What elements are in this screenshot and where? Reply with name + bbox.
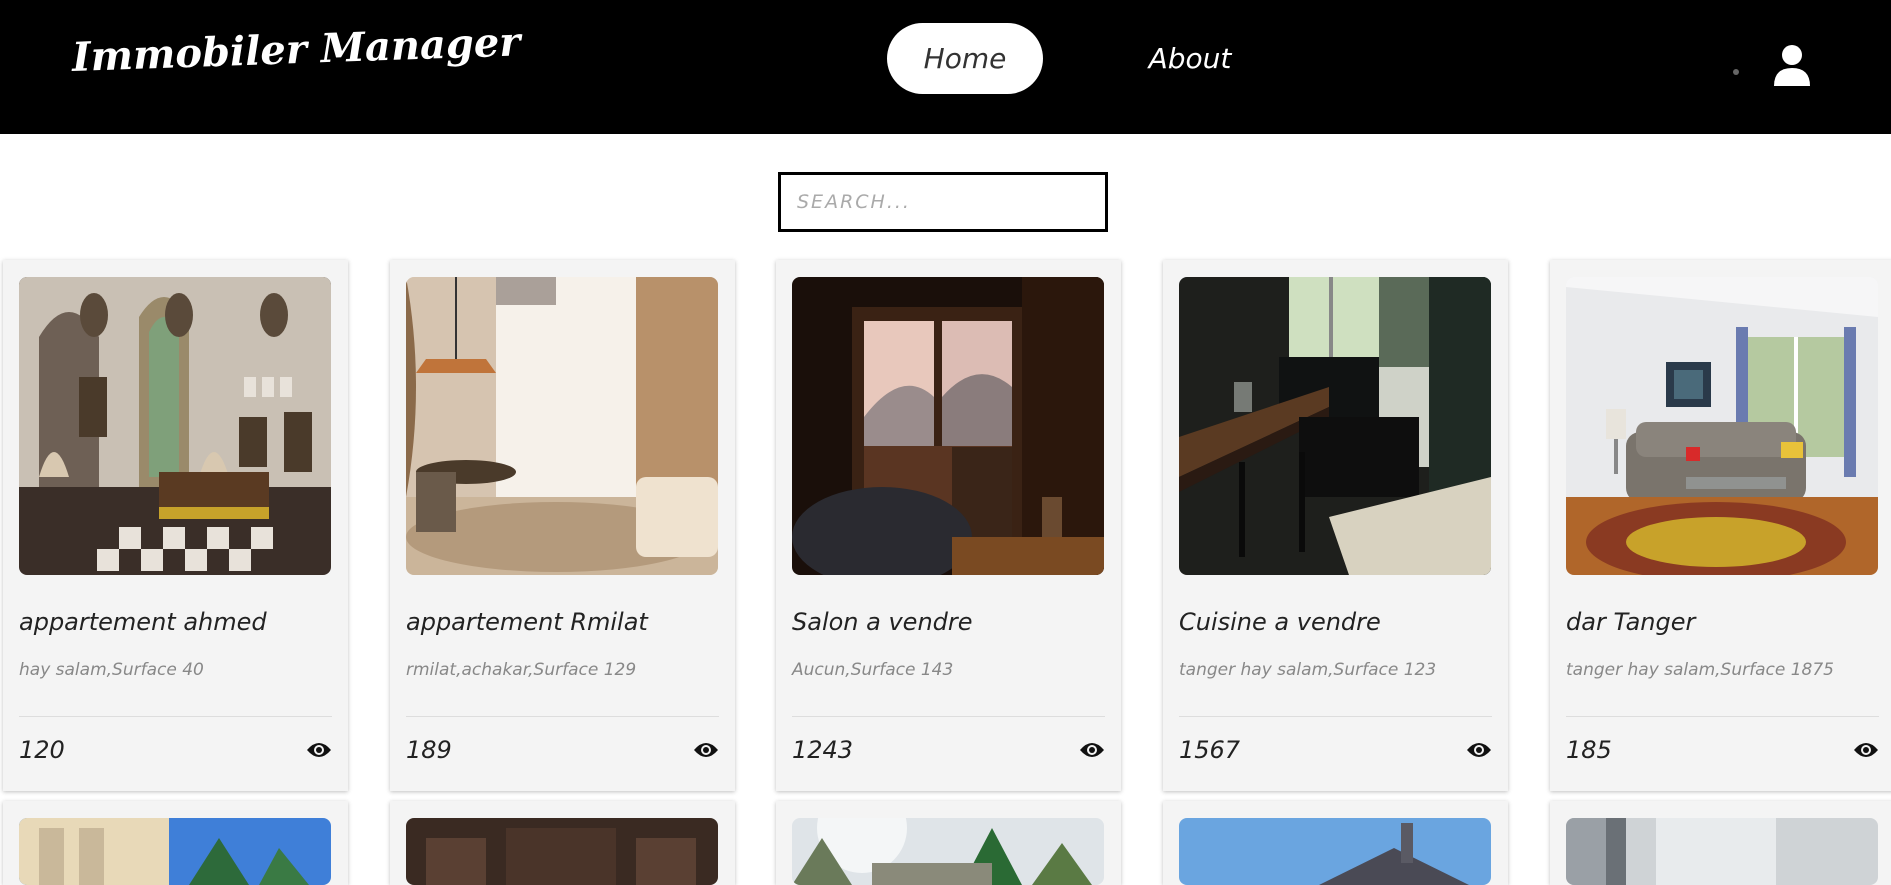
listing-photo[interactable] <box>1179 818 1491 885</box>
eye-icon[interactable] <box>306 740 332 760</box>
listing-price: 189 <box>406 736 452 764</box>
listing-card: Salon a vendre Aucun,Surface 143 1243 <box>776 260 1121 791</box>
listing-card: appartement Rmilat rmilat,achakar,Surfac… <box>390 260 735 791</box>
card-divider <box>406 716 719 717</box>
listing-photo[interactable] <box>406 277 718 575</box>
eye-icon[interactable] <box>1853 740 1879 760</box>
listing-photo[interactable] <box>19 277 331 575</box>
card-divider <box>792 716 1105 717</box>
card-divider <box>19 716 332 717</box>
card-divider <box>1179 716 1492 717</box>
eye-icon[interactable] <box>693 740 719 760</box>
listing-photo[interactable] <box>1566 818 1878 885</box>
listing-description: hay salam,Surface 40 <box>19 660 204 680</box>
listing-photo[interactable] <box>19 818 331 885</box>
listing-card <box>776 801 1121 885</box>
nav-about-link[interactable]: About <box>1128 23 1252 94</box>
card-divider <box>1566 716 1879 717</box>
listing-price: 1567 <box>1179 736 1241 764</box>
listing-description: tanger hay salam,Surface 123 <box>1179 660 1437 680</box>
eye-icon[interactable] <box>1079 740 1105 760</box>
listing-photo[interactable] <box>406 818 718 885</box>
listing-title: appartement Rmilat <box>406 608 648 636</box>
listing-description: tanger hay salam,Surface 1875 <box>1566 660 1834 680</box>
nav-home-link[interactable]: Home <box>887 23 1043 94</box>
listing-title: Cuisine a vendre <box>1179 608 1381 636</box>
listing-price: 120 <box>19 736 65 764</box>
listing-photo[interactable] <box>1179 277 1491 575</box>
listing-card <box>3 801 348 885</box>
listing-description: rmilat,achakar,Surface 129 <box>406 660 637 680</box>
listing-price: 185 <box>1566 736 1612 764</box>
listing-card: Cuisine a vendre tanger hay salam,Surfac… <box>1163 260 1508 791</box>
user-icon[interactable] <box>1772 44 1812 86</box>
listing-card: dar Tanger tanger hay salam,Surface 1875… <box>1550 260 1891 791</box>
listing-card: appartement ahmed hay salam,Surface 40 1… <box>3 260 348 791</box>
logo[interactable]: Immobiler Manager <box>71 18 521 81</box>
listing-price: 1243 <box>792 736 854 764</box>
listing-card <box>1550 801 1891 885</box>
listing-card <box>390 801 735 885</box>
listing-photo[interactable] <box>792 818 1104 885</box>
eye-icon[interactable] <box>1466 740 1492 760</box>
search-input[interactable] <box>778 172 1108 232</box>
listing-title: appartement ahmed <box>19 608 267 636</box>
listing-title: dar Tanger <box>1566 608 1696 636</box>
listing-description: Aucun,Surface 143 <box>792 660 954 680</box>
navbar: Immobiler Manager Home About <box>0 0 1891 134</box>
listing-title: Salon a vendre <box>792 608 973 636</box>
listing-card <box>1163 801 1508 885</box>
listing-photo[interactable] <box>792 277 1104 575</box>
listing-photo[interactable] <box>1566 277 1878 575</box>
status-dot <box>1733 69 1739 75</box>
